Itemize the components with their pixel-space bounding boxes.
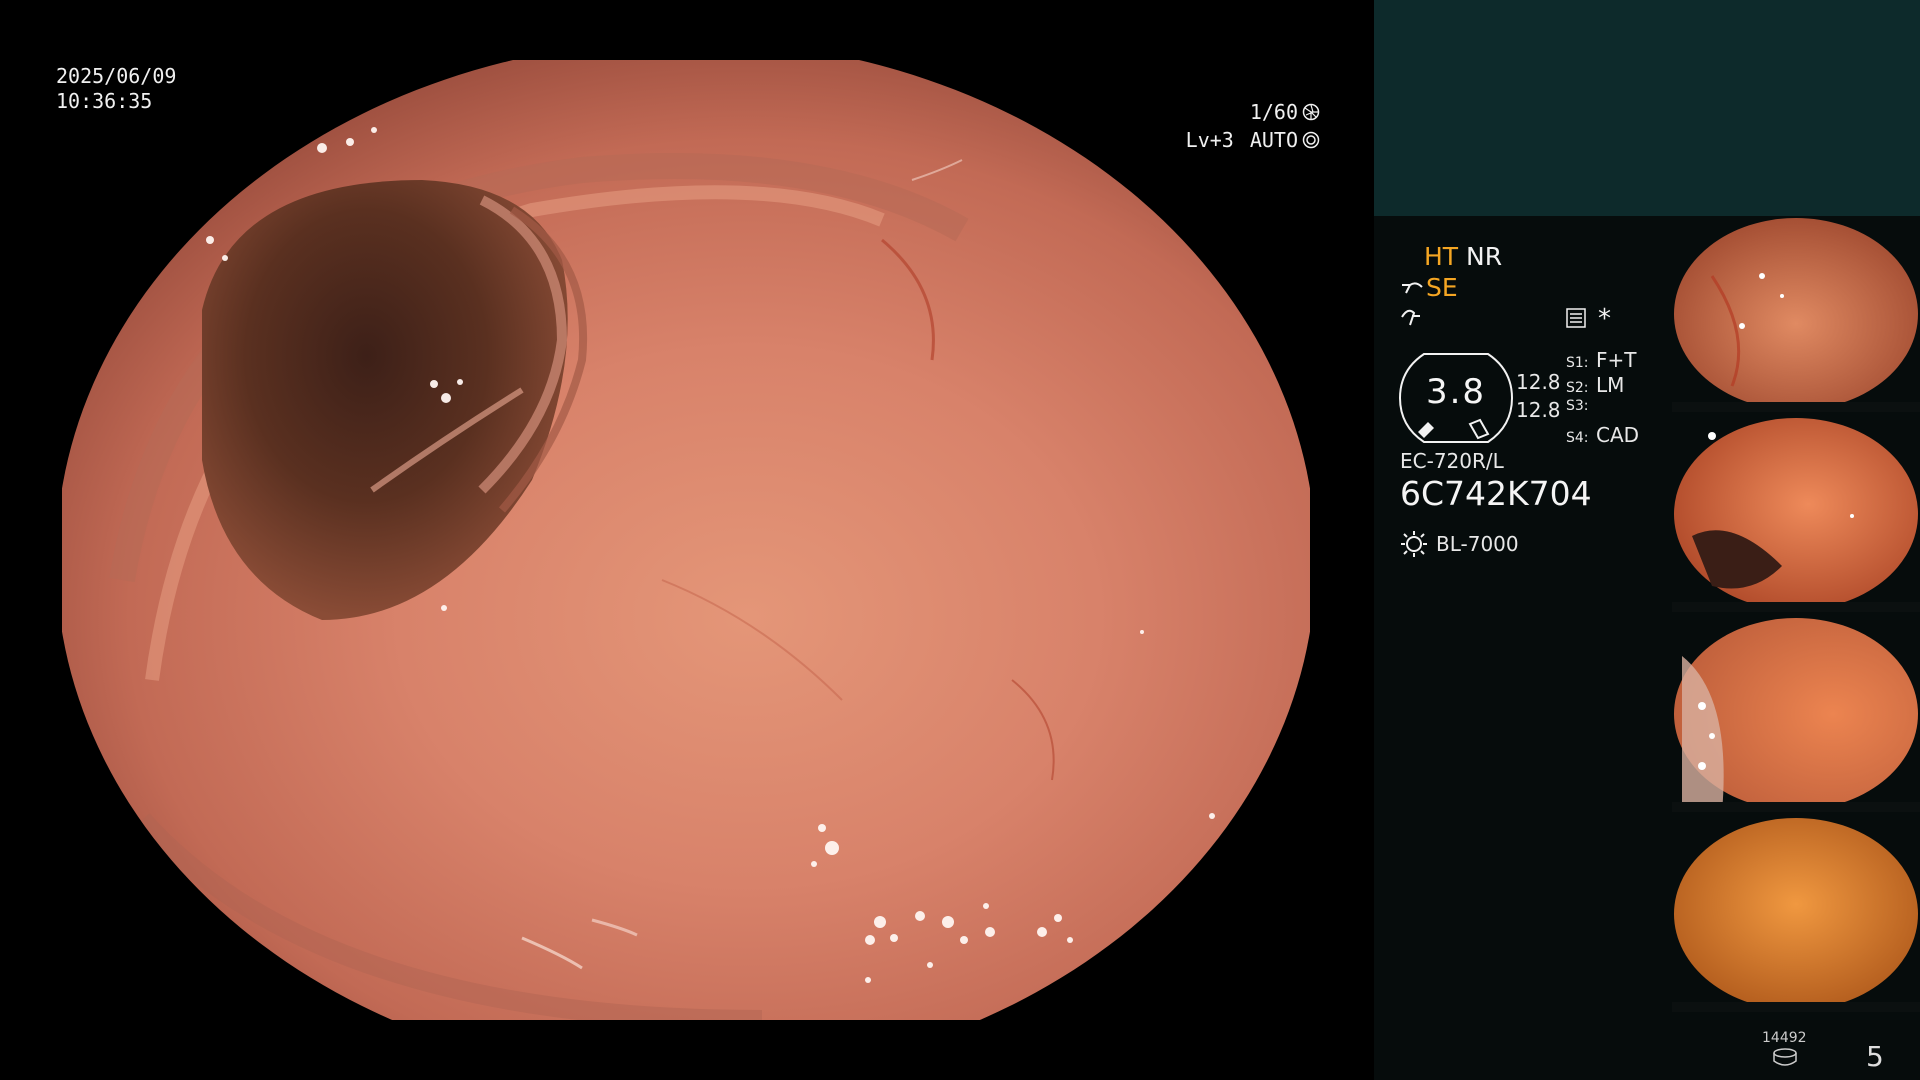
- switch-value: CAD: [1596, 423, 1640, 447]
- asterisk-indicator: *: [1598, 304, 1611, 334]
- switch-value: LM: [1596, 373, 1625, 397]
- thumbnail-caption-strip: [1672, 802, 1920, 812]
- timestamp: 2025/06/09 10:36:35: [56, 64, 176, 114]
- time-text: 10:36:35: [56, 89, 153, 113]
- se-mode: SE: [1426, 273, 1458, 302]
- auto-iris-icon: [1302, 131, 1320, 149]
- image-counter: 14492: [1762, 1030, 1807, 1046]
- thumbnail-image: [1672, 416, 1920, 612]
- capture-thumbnail-4[interactable]: [1672, 816, 1920, 1012]
- mucosa-image: [62, 60, 1310, 1020]
- thumbnail-image: [1672, 216, 1920, 412]
- enhance-row: [1400, 304, 1424, 334]
- thumbnail-image: [1672, 816, 1920, 1012]
- switch-key: S1:: [1566, 355, 1589, 371]
- nr-mode: NR: [1466, 242, 1503, 271]
- thumbnail-caption-strip: [1672, 402, 1920, 412]
- thumbnail-caption-strip: [1672, 602, 1920, 612]
- scope-serial: 6C742K704: [1400, 474, 1592, 513]
- brightness-level: Lv+3: [1185, 128, 1234, 152]
- shutter-speed: 1/60: [1249, 100, 1298, 124]
- switch-key: S2:: [1566, 380, 1589, 396]
- page-number: 5: [1866, 1040, 1884, 1073]
- shutter-icon: [1302, 103, 1320, 121]
- disk-icon: [1773, 1048, 1797, 1066]
- mode-row-se: SE: [1400, 273, 1458, 303]
- date-text: 2025/06/09: [56, 64, 177, 88]
- light-source-model: BL-7000: [1436, 532, 1519, 556]
- memory-icon: [1566, 308, 1586, 328]
- switch-row: S4: CAD: [1566, 423, 1639, 448]
- info-panel-header: [1374, 0, 1920, 216]
- thumbnail-image: [1672, 616, 1920, 812]
- switch-assignments: S1: F+T S2: LM S3: S4: CAD: [1566, 348, 1639, 448]
- capture-thumbnail-2[interactable]: [1672, 416, 1920, 612]
- structure-enhance-icon: [1402, 282, 1423, 294]
- endoscope-live-view: [62, 60, 1310, 1020]
- level-row: Lv+3 AUTO: [1186, 126, 1320, 154]
- gauge-reading-1: 12.8: [1516, 370, 1561, 394]
- enhance-icon: [1401, 309, 1420, 326]
- ht-mode: HT: [1424, 242, 1459, 271]
- switch-value: F+T: [1596, 348, 1637, 372]
- shutter-row: 1/60: [1186, 98, 1320, 126]
- gauge-reading-2: 12.8: [1516, 398, 1561, 422]
- exposure-readout: 1/60 Lv+3 AUTO: [1186, 98, 1320, 154]
- switch-row: S3:: [1566, 398, 1639, 423]
- thumbnail-caption-strip: [1672, 1002, 1920, 1012]
- switch-key: S3:: [1566, 398, 1589, 414]
- auto-mode: AUTO: [1249, 128, 1298, 152]
- capture-thumbnail-1[interactable]: [1672, 216, 1920, 412]
- light-source-row: BL-7000: [1400, 530, 1519, 558]
- settings-panel: [1374, 216, 1670, 1080]
- zoom-value: 3.8: [1425, 372, 1487, 412]
- capture-thumbnail-3[interactable]: [1672, 616, 1920, 812]
- mode-row-ht-nr: HT NR: [1424, 242, 1502, 272]
- switch-row: S2: LM: [1566, 373, 1639, 398]
- light-source-icon: [1401, 531, 1427, 557]
- switch-key: S4:: [1566, 430, 1589, 446]
- switch-row: S1: F+T: [1566, 348, 1639, 373]
- scope-model: EC-720R/L: [1400, 449, 1504, 473]
